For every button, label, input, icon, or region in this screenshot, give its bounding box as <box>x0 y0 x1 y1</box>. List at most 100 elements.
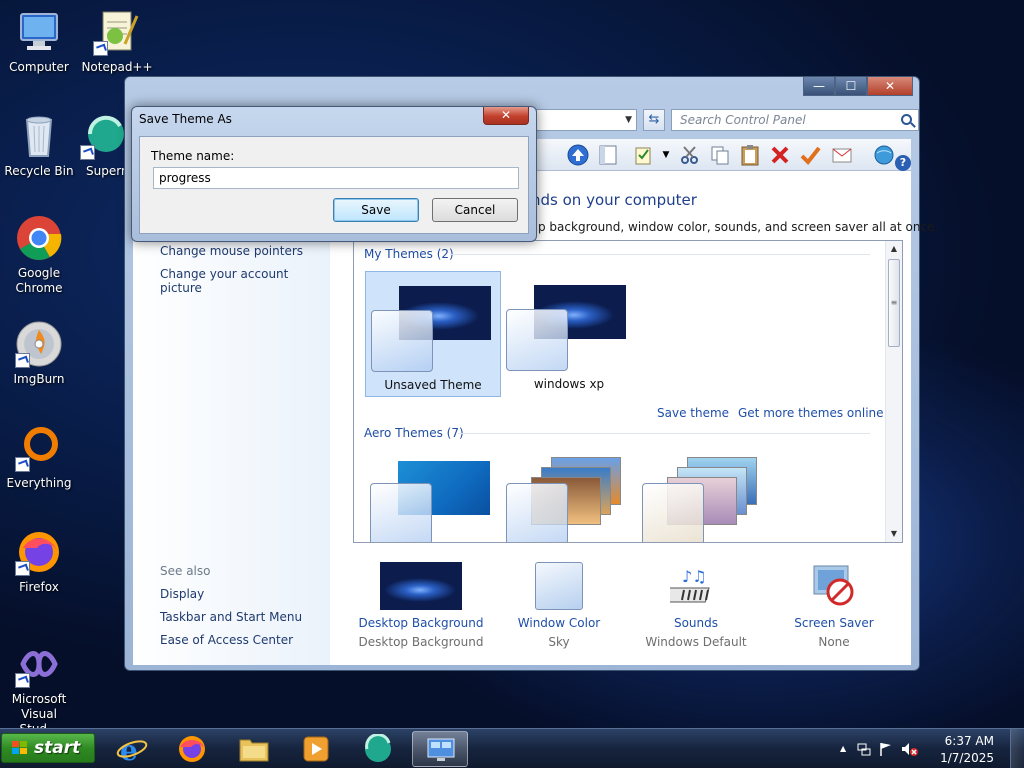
visual-studio-icon <box>15 640 63 688</box>
paste-icon[interactable] <box>739 144 761 166</box>
cut-icon[interactable] <box>679 144 701 166</box>
notepadpp-icon <box>93 8 141 56</box>
refresh-button[interactable]: ⇆ <box>643 109 665 131</box>
sidebar-link-taskbar[interactable]: Taskbar and Start Menu <box>160 610 302 624</box>
divider <box>458 433 870 434</box>
maximize-button[interactable]: ☐ <box>835 77 867 96</box>
clock-date[interactable]: 1/7/2025 <box>940 751 994 765</box>
desktop-icon-imgburn[interactable]: ImgBurn <box>0 320 78 387</box>
shortcut-arrow-icon <box>15 353 30 368</box>
start-label: start <box>34 738 81 758</box>
sidebar-link-ease-of-access[interactable]: Ease of Access Center <box>160 633 293 647</box>
theme-tile-unsaved[interactable]: Unsaved Theme <box>365 271 501 397</box>
theme-tile-windows-xp[interactable]: windows xp <box>501 271 637 397</box>
recycle-bin-icon <box>15 112 63 160</box>
desktop-icon-label: ImgBurn <box>13 372 65 386</box>
clock-time[interactable]: 6:37 AM <box>945 734 994 748</box>
desktop-icon-label: Supern <box>86 164 129 178</box>
desktop-background-link[interactable]: Desktop Background <box>351 616 491 630</box>
desktop-background-setting[interactable]: Desktop Background Desktop Background <box>351 562 491 649</box>
theme-color-swatch <box>506 309 568 371</box>
theme-name-label: Theme name: <box>151 149 235 163</box>
desktop-icon-label: Recycle Bin <box>4 164 74 178</box>
taskbar-app-personalization[interactable] <box>412 731 468 767</box>
chevron-down-icon[interactable]: ▼ <box>625 115 632 125</box>
sounds-value: Windows Default <box>645 635 747 649</box>
theme-tile-characters[interactable] <box>637 447 773 542</box>
windows-logo-icon <box>12 741 28 755</box>
delete-icon[interactable] <box>769 144 791 166</box>
window-color-link[interactable]: Window Color <box>489 616 629 630</box>
save-button[interactable]: Save <box>333 198 419 222</box>
theme-tile-windows-7[interactable] <box>365 447 501 542</box>
shortcut-arrow-icon <box>93 41 108 56</box>
sidebar-link-account-picture[interactable]: Change your account picture <box>160 267 330 295</box>
desktop-icon-firefox[interactable]: Firefox <box>0 528 78 595</box>
sidebar-link-mouse-pointers[interactable]: Change mouse pointers <box>160 244 303 258</box>
folder-icon <box>238 734 270 764</box>
desktop-icon-visual-studio[interactable]: Microsoft Visual Stud... <box>0 640 78 737</box>
window-color-setting[interactable]: Window Color Sky <box>489 562 629 649</box>
theme-color-swatch <box>506 483 568 542</box>
sounds-link[interactable]: Sounds <box>626 616 766 630</box>
theme-list-scrollbar[interactable]: ▲ ≡ ▼ <box>885 241 902 542</box>
theme-tile-architecture[interactable] <box>501 447 637 542</box>
minimize-button[interactable]: — <box>803 77 835 96</box>
scroll-thumb[interactable]: ≡ <box>888 259 900 347</box>
show-desktop-button[interactable] <box>1010 729 1024 768</box>
taskbar: start e ▲ 6:37 AM 1/7/2025 <box>0 728 1024 768</box>
action-center-flag-icon[interactable] <box>878 741 894 760</box>
cancel-button[interactable]: Cancel <box>432 198 518 222</box>
desktop-icon-notepadpp[interactable]: Notepad++ <box>78 8 156 75</box>
start-button[interactable]: start <box>1 733 95 763</box>
globe-icon[interactable] <box>873 144 895 166</box>
window-caption-buttons: — ☐ ✕ <box>803 77 913 96</box>
search-placeholder: Search Control Panel <box>680 113 806 127</box>
scroll-up-icon[interactable]: ▲ <box>886 241 902 257</box>
taskbar-app-media-player[interactable] <box>288 731 344 767</box>
page-title: nds on your computer <box>531 191 697 209</box>
computer-icon <box>15 8 63 56</box>
screen-saver-setting[interactable]: Screen Saver None <box>764 562 904 649</box>
aero-themes-header: Aero Themes (7) <box>364 426 464 440</box>
chevron-down-icon[interactable]: ▼ <box>655 144 677 166</box>
desktop-icon-label: Computer <box>9 60 69 74</box>
desktop-icon-chrome[interactable]: Google Chrome <box>0 214 78 296</box>
sounds-setting[interactable]: ♪♫ Sounds Windows Default <box>626 562 766 649</box>
screen-saver-link[interactable]: Screen Saver <box>764 616 904 630</box>
theme-name-input[interactable] <box>153 167 519 189</box>
email-icon[interactable] <box>831 144 853 166</box>
dialog-close-button[interactable]: ✕ <box>483 107 529 125</box>
taskbar-app-explorer[interactable] <box>226 731 282 767</box>
up-arrow-icon[interactable] <box>567 144 589 166</box>
help-icon[interactable]: ? <box>895 155 911 171</box>
save-theme-link[interactable]: Save theme <box>657 406 729 420</box>
desktop-icon-label: Notepad++ <box>81 60 153 74</box>
taskbar-app-ie[interactable]: e <box>104 731 160 767</box>
show-hidden-icons-icon[interactable]: ▲ <box>840 744 846 753</box>
sounds-icon: ♪♫ <box>664 562 722 610</box>
desktop-icon-recycle-bin[interactable]: Recycle Bin <box>0 112 78 179</box>
search-icon[interactable] <box>901 114 912 125</box>
desktop-icon-everything[interactable]: Everything <box>0 424 78 491</box>
taskbar-app-supern[interactable] <box>350 731 406 767</box>
scroll-down-icon[interactable]: ▼ <box>886 526 902 542</box>
close-button[interactable]: ✕ <box>867 77 913 96</box>
sidebar-link-display[interactable]: Display <box>160 587 204 601</box>
taskbar-app-firefox[interactable] <box>164 731 220 767</box>
screen-saver-icon <box>810 562 858 610</box>
volume-muted-icon[interactable] <box>900 741 918 760</box>
desktop-icon-supern[interactable]: Supern <box>78 112 130 179</box>
search-input[interactable]: Search Control Panel <box>671 109 919 131</box>
checkmark-icon[interactable] <box>799 144 821 166</box>
network-icon[interactable] <box>856 741 872 760</box>
imgburn-icon <box>15 320 63 368</box>
see-also-heading: See also <box>160 564 211 578</box>
media-player-icon <box>300 734 332 764</box>
properties-icon[interactable] <box>633 144 655 166</box>
get-more-themes-link[interactable]: Get more themes online <box>738 406 884 420</box>
copy-icon[interactable] <box>709 144 731 166</box>
chrome-icon <box>15 214 63 262</box>
desktop-icon-computer[interactable]: Computer <box>0 8 78 75</box>
panel-icon[interactable] <box>597 144 619 166</box>
